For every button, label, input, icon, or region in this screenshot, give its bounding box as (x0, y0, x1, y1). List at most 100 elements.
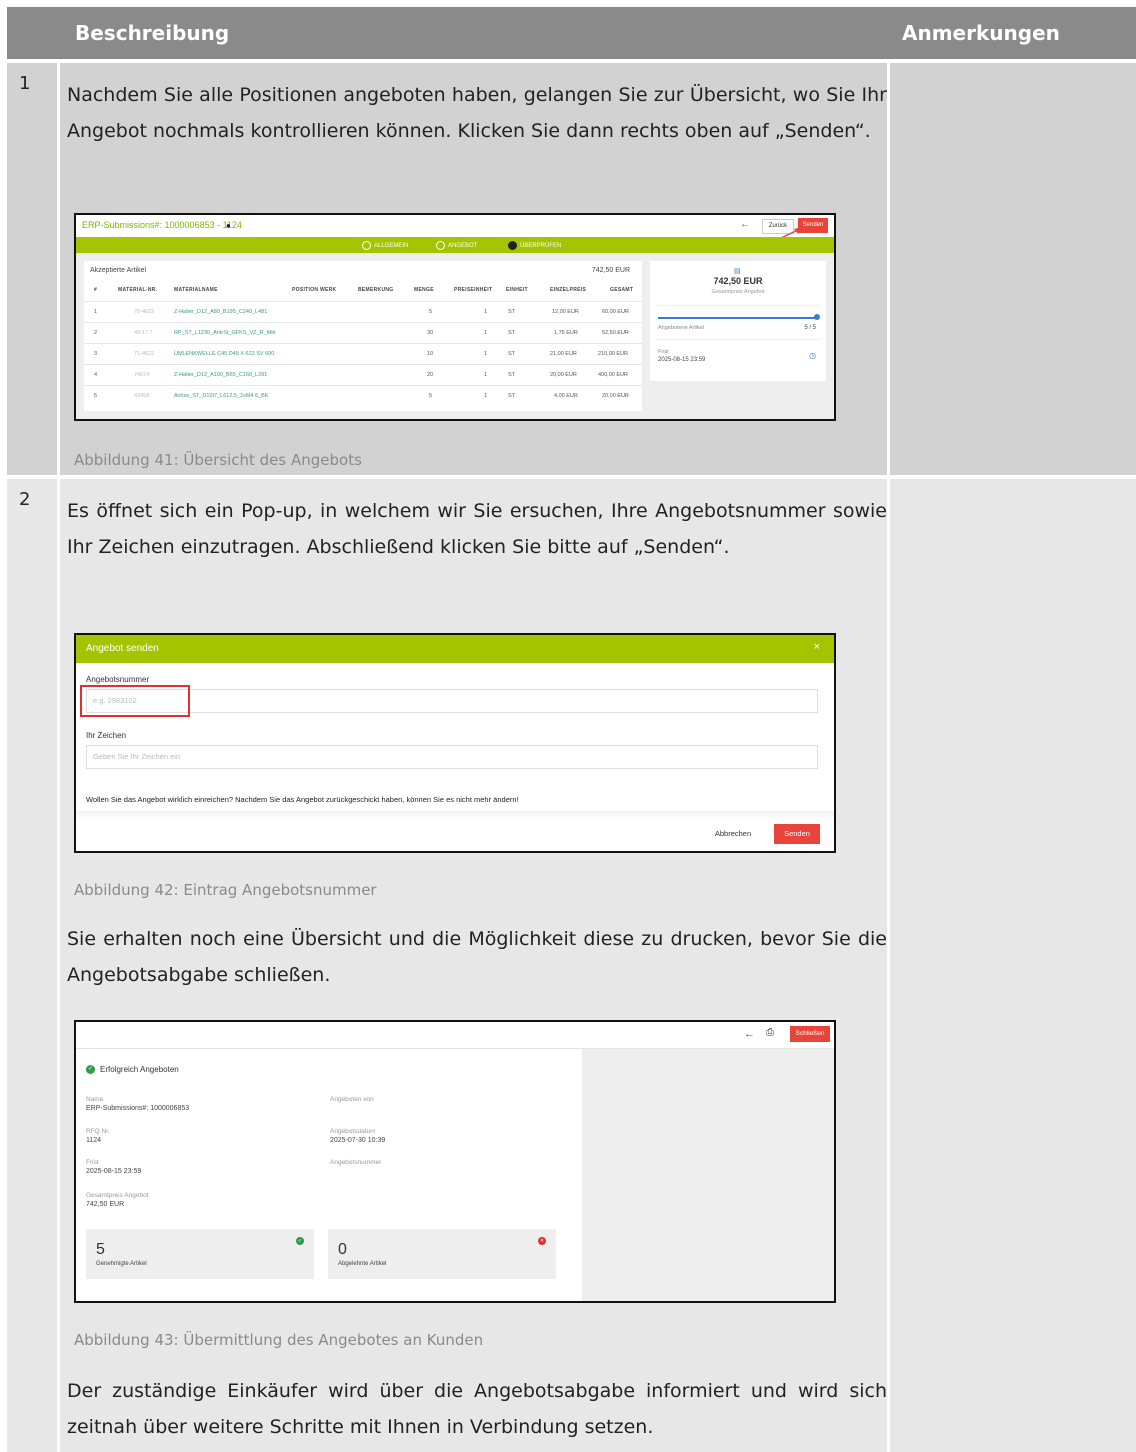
overview-body: Akzeptierte Artikel 742,50 EUR # MATERIA… (76, 253, 834, 419)
cell-quantity: 10 (427, 351, 434, 357)
table-row[interactable]: 3 71-4622 UMLENKWELLE C45 D45 X 622 SV 6… (84, 343, 642, 364)
step-review[interactable]: ÜBERPRÜFEN (508, 241, 561, 250)
header-description: Beschreibung (75, 21, 230, 45)
cell-material-name[interactable]: Achse_ST_D10I7_L612,5_2xM4 6_BK (174, 393, 268, 399)
dialog-title: Angebot senden (86, 643, 159, 654)
cell-unit-price: 20,00 EUR (550, 372, 577, 378)
column-header: MENGE (414, 287, 434, 293)
cell-unit: ST (508, 372, 516, 378)
offer-summary-card: ▤ 742,50 EUR Gesamtpreis Angebot Angebot… (650, 261, 826, 381)
cell-total: 400,00 EUR (598, 372, 628, 378)
panel-title: Akzeptierte Artikel (90, 267, 147, 274)
rejected-count: 0 (338, 1241, 347, 1258)
rfq-label: RFQ Nr. (86, 1128, 110, 1135)
approved-items-card: 5 Genehmigte Artikel ✓ (86, 1229, 314, 1279)
confirm-message: Wollen Sie das Angebot wirklich einreich… (86, 795, 519, 804)
cell-number: 2 (94, 330, 98, 336)
send-button[interactable]: Senden (774, 824, 820, 844)
cell-material-name[interactable]: Z-Halter_D12_A100_B65_C160_L291 (174, 372, 267, 378)
offer-number-field[interactable]: e.g. 2983102 (86, 689, 818, 713)
cell-total: 20,00 EUR (602, 393, 629, 399)
info-icon: ● (226, 221, 231, 230)
cell-material-name[interactable]: UMLENKWELLE C45 D45 X 622 SV 600 (174, 351, 274, 357)
cell-total: 52,50 EUR (602, 330, 629, 336)
back-arrow-icon[interactable]: ← (740, 219, 750, 230)
cell-price-unit: 1 (484, 330, 488, 336)
summary-icon: ▤ (734, 268, 741, 275)
cell-material-no: 71-4622 (134, 351, 155, 357)
divider (656, 339, 820, 340)
step-label: ANGEBOT (448, 243, 478, 250)
cancel-button[interactable]: Abbrechen (706, 825, 760, 843)
summary-total: 742,50 EUR (713, 276, 763, 286)
check-circle-icon (362, 241, 371, 250)
stepper-bar: ALLGEMEIN ANGEBOT ÜBERPRÜFEN (76, 237, 834, 253)
offered-by-label: Angeboten von (330, 1096, 374, 1103)
accepted-items-panel: Akzeptierte Artikel 742,50 EUR # MATERIA… (84, 261, 642, 411)
header-remarks: Anmerkungen (902, 21, 1060, 45)
cell-unit: ST (508, 330, 516, 336)
rejected-label: Abgelehnte Artikel (338, 1261, 387, 1267)
close-button[interactable]: Schließen (790, 1026, 830, 1042)
step-general[interactable]: ALLGEMEIN (362, 241, 408, 250)
check-circle-icon: ✓ (296, 1237, 304, 1245)
column-divider (57, 63, 60, 475)
cell-number: 1 (94, 309, 98, 315)
cell-material-no: 70-4622 (134, 309, 155, 315)
cell-unit-price: 12,00 EUR (552, 309, 579, 315)
table-row[interactable]: 4 74674 Z-Halter_D12_A100_B65_C160_L291 … (84, 364, 642, 385)
row-number: 2 (19, 489, 31, 510)
back-arrow-icon[interactable]: ← (744, 1028, 755, 1040)
cell-unit: ST (508, 309, 516, 315)
print-icon[interactable]: ⎙ (766, 1027, 774, 1038)
table-header: Beschreibung Anmerkungen (7, 7, 1136, 59)
row-description: Nachdem Sie alle Positionen angeboten ha… (67, 84, 887, 142)
column-header: GESAMT (610, 287, 634, 293)
reference-field[interactable]: Geben Sie Ihr Zeichen ein (86, 745, 818, 769)
cell-total: 60,00 EUR (602, 309, 629, 315)
cell-price-unit: 1 (484, 351, 488, 357)
cell-price-unit: 1 (484, 372, 488, 378)
column-header: PREISEINHEIT (454, 287, 493, 293)
cell-quantity: 20 (427, 372, 434, 378)
figure-caption: Abbildung 42: Eintrag Angebotsnummer (74, 881, 377, 899)
total-label: Gesamtpreis Angebot (86, 1192, 149, 1199)
row-number: 1 (19, 73, 31, 94)
offer-number-label: Angebotsnummer (330, 1159, 382, 1166)
column-divider (57, 479, 60, 1452)
offer-date-label: Angebotsdatum (330, 1128, 376, 1135)
step-label: ÜBERPRÜFEN (520, 243, 562, 250)
cell-price-unit: 1 (484, 393, 488, 399)
row-description: Der zuständige Einkäufer wird über die A… (67, 1380, 887, 1438)
cell-price-unit: 1 (484, 309, 488, 315)
table-row[interactable]: 2 48-17 7 RP_ST_L1230_AntrSt_GFKS_VZ_R_M… (84, 322, 642, 343)
step-label: ALLGEMEIN (374, 243, 409, 250)
cell-material-no: 74674 (134, 372, 150, 378)
row-description: Es öffnet sich ein Pop-up, in welchem wi… (67, 500, 887, 558)
cell-number: 3 (94, 351, 98, 357)
column-header: POSITION WERK (292, 287, 337, 293)
divider (76, 811, 834, 821)
deadline-label: Frist (658, 349, 669, 355)
cell-material-name[interactable]: Z-Halter_D12_A80_B195_C240_L481 (174, 309, 267, 315)
column-header: # (94, 287, 98, 293)
summary-total-label: Gesamtpreis Angebot (711, 289, 765, 295)
dialog-header: Angebot senden × (76, 635, 834, 663)
rejected-items-card: 0 Abgelehnte Artikel ✕ (328, 1229, 556, 1279)
column-divider (887, 63, 890, 475)
offer-number-label: Angebotsnummer (86, 675, 150, 684)
cell-number: 5 (94, 393, 98, 399)
figure-caption: Abbildung 41: Übersicht des Angebots (74, 451, 362, 469)
column-header: BEMERKUNG (358, 287, 394, 293)
step-offer[interactable]: ANGEBOT (436, 241, 477, 250)
cell-material-name[interactable]: RP_ST_L1230_AntrSt_GFKS_VZ_R_Mitt (174, 330, 276, 336)
rfq-value: 1124 (86, 1137, 102, 1144)
panel-total: 742,50 EUR (591, 267, 630, 274)
column-header: MATERIALNAME (174, 287, 218, 293)
close-icon[interactable]: × (814, 641, 820, 653)
cell-total: 210,00 EUR (598, 351, 628, 357)
reference-label: Ihr Zeichen (86, 731, 127, 740)
x-circle-icon: ✕ (538, 1237, 546, 1245)
table-row[interactable]: 5 43458 Achse_ST_D10I7_L612,5_2xM4 6_BK … (84, 385, 642, 406)
table-row[interactable]: 1 70-4622 Z-Halter_D12_A80_B195_C240_L48… (84, 301, 642, 322)
